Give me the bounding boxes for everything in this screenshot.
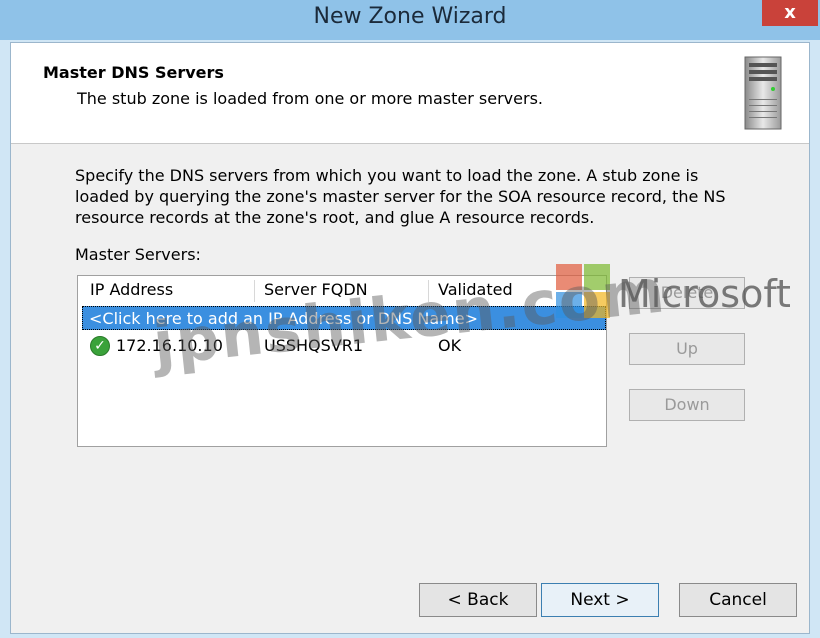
logo-square-yellow: [584, 292, 610, 318]
window-title: New Zone Wizard: [313, 4, 507, 29]
master-servers-label: Master Servers:: [75, 245, 201, 264]
cell-ip: 172.16.10.10: [116, 336, 223, 355]
column-header-fqdn[interactable]: Server FQDN: [264, 280, 368, 304]
cell-validated: OK: [438, 336, 462, 355]
page-subtitle: The stub zone is loaded from one or more…: [77, 89, 543, 108]
column-divider[interactable]: [254, 280, 255, 302]
close-button[interactable]: x: [762, 0, 818, 26]
up-button[interactable]: Up: [629, 333, 745, 365]
back-button[interactable]: < Back: [419, 583, 537, 617]
cancel-button[interactable]: Cancel: [679, 583, 797, 617]
window-title-bar: New Zone Wizard x: [0, 0, 820, 40]
logo-square-green: [584, 264, 610, 290]
wizard-header: Master DNS Servers The stub zone is load…: [11, 43, 809, 144]
description-text: Specify the DNS servers from which you w…: [75, 166, 726, 227]
column-divider[interactable]: [428, 280, 429, 302]
master-servers-list[interactable]: IP Address Server FQDN Validated <Click …: [77, 275, 607, 447]
cell-fqdn: USSHQSVR1: [264, 336, 364, 355]
column-header-ip[interactable]: IP Address: [90, 280, 173, 304]
server-tower-icon: [744, 56, 782, 130]
microsoft-logo-watermark: Microsoft: [556, 258, 816, 324]
table-row[interactable]: ✓ 172.16.10.10 USSHQSVR1 OK: [82, 334, 606, 360]
wizard-frame: Master DNS Servers The stub zone is load…: [10, 42, 810, 634]
next-button[interactable]: Next >: [541, 583, 659, 617]
check-circle-icon: ✓: [90, 336, 110, 356]
column-header-validated[interactable]: Validated: [438, 280, 513, 304]
logo-text: Microsoft: [618, 272, 791, 316]
add-server-row[interactable]: <Click here to add an IP Address or DNS …: [82, 306, 606, 330]
down-button[interactable]: Down: [629, 389, 745, 421]
page-title: Master DNS Servers: [43, 63, 224, 82]
logo-square-red: [556, 264, 582, 290]
logo-square-blue: [556, 292, 582, 318]
